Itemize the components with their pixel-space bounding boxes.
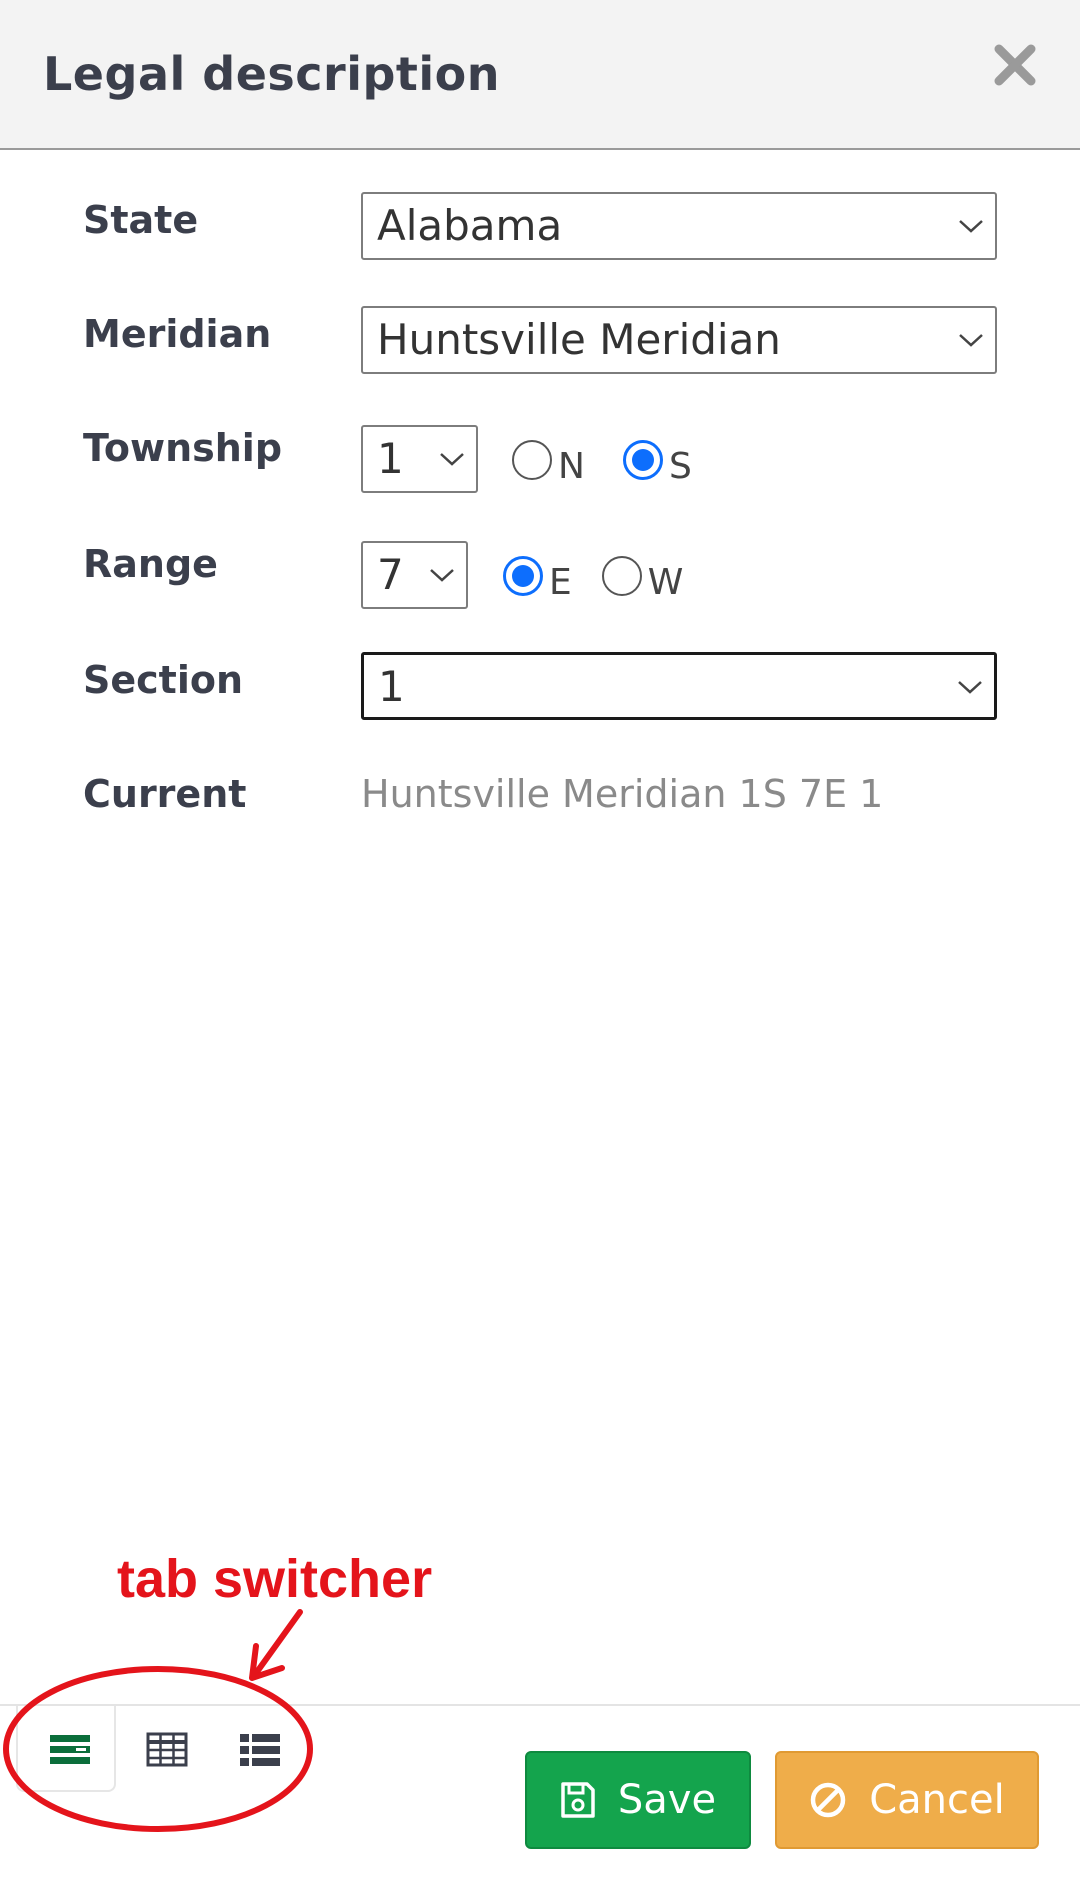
meridian-select[interactable]: Huntsville Meridian — [361, 306, 997, 374]
section-label: Section — [83, 658, 244, 702]
range-radio-w[interactable]: W — [601, 548, 684, 603]
radio-button[interactable] — [503, 555, 543, 596]
close-button[interactable] — [990, 40, 1040, 90]
township-select[interactable]: 1 — [361, 425, 478, 493]
township-label: Township — [83, 426, 283, 470]
radio-button[interactable] — [601, 555, 642, 596]
current-label: Current — [83, 772, 247, 816]
close-icon — [994, 44, 1036, 86]
annotation-arrowhead — [249, 1643, 285, 1681]
radio-label: W — [647, 562, 684, 603]
tab-form[interactable] — [16, 1706, 116, 1792]
dialog-footer: Save Cancel — [0, 1704, 1080, 1884]
meridian-label: Meridian — [83, 312, 272, 356]
township-radio-s[interactable]: S — [622, 432, 692, 487]
chevron-down-icon — [430, 569, 454, 582]
radio-button[interactable] — [512, 439, 552, 480]
dialog-title: Legal description — [43, 47, 501, 101]
tab-list[interactable] — [208, 1706, 308, 1792]
dialog-header: Legal description — [0, 0, 1080, 150]
range-radio-e[interactable]: E — [503, 548, 572, 603]
chevron-down-icon — [440, 453, 464, 466]
radio-label: S — [668, 446, 692, 487]
state-label: State — [83, 198, 199, 242]
range-direction-group: E W — [503, 548, 711, 603]
current-value: Huntsville Meridian 1S 7E 1 — [361, 772, 884, 816]
radio-label: E — [549, 562, 572, 603]
township-select-value: 1 — [377, 434, 404, 483]
radio-button[interactable] — [622, 439, 663, 480]
state-select-value: Alabama — [377, 201, 563, 250]
range-label: Range — [83, 542, 218, 586]
township-radio-n[interactable]: N — [512, 432, 585, 487]
floppy-disk-icon — [561, 1782, 595, 1818]
ban-icon — [810, 1782, 846, 1818]
section-select-value: 1 — [378, 662, 405, 711]
radio-label: N — [558, 446, 585, 487]
table-icon — [146, 1732, 188, 1767]
save-button[interactable]: Save — [525, 1751, 751, 1849]
state-select[interactable]: Alabama — [361, 192, 997, 260]
chevron-down-icon — [959, 220, 983, 233]
meridian-select-value: Huntsville Meridian — [377, 315, 781, 364]
cancel-button-label: Cancel — [869, 1777, 1005, 1823]
annotation-arrow — [251, 1609, 303, 1679]
township-direction-group: N S — [512, 432, 720, 487]
range-select-value: 7 — [377, 550, 404, 599]
tab-table[interactable] — [116, 1706, 216, 1792]
form-icon — [50, 1735, 90, 1764]
list-icon — [240, 1734, 280, 1766]
chevron-down-icon — [959, 334, 983, 347]
chevron-down-icon — [958, 681, 982, 694]
cancel-button[interactable]: Cancel — [775, 1751, 1039, 1849]
save-button-label: Save — [617, 1777, 717, 1823]
annotation-label: tab switcher — [117, 1549, 433, 1609]
range-select[interactable]: 7 — [361, 541, 468, 609]
section-select[interactable]: 1 — [361, 652, 997, 720]
